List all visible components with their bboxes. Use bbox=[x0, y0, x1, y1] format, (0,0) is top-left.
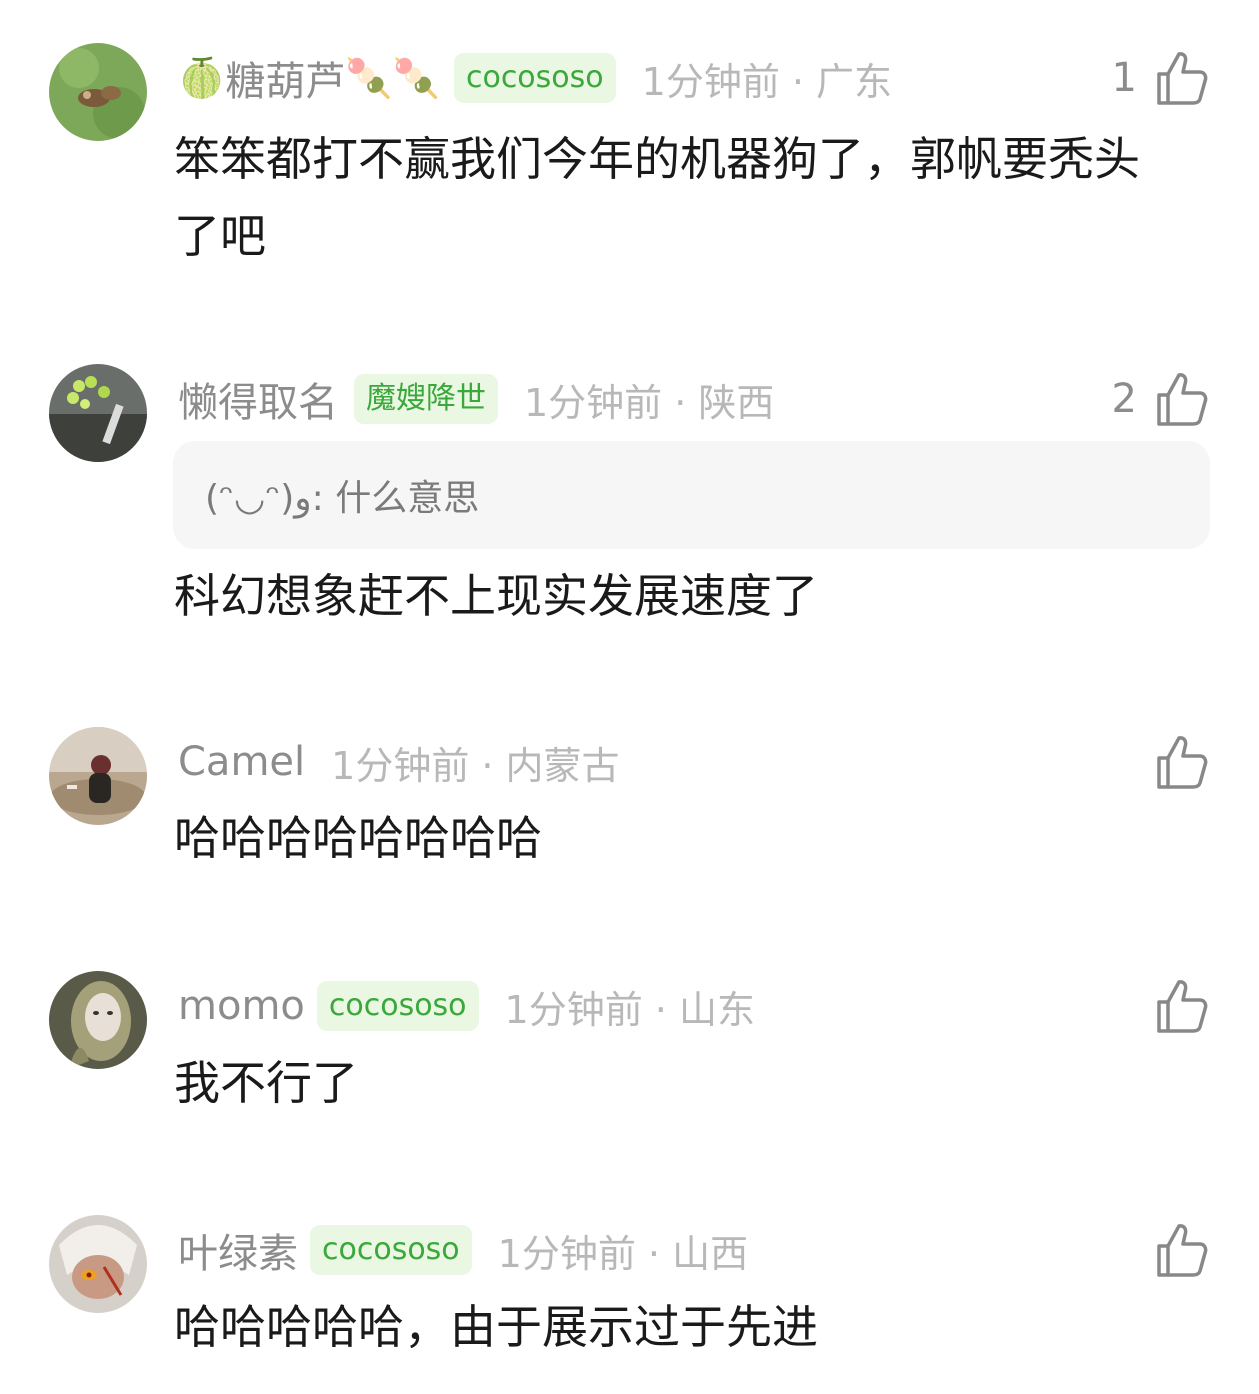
like-button[interactable] bbox=[1137, 971, 1209, 1041]
like-button[interactable] bbox=[1137, 727, 1209, 797]
comment-text: 笨笨都打不赢我们今年的机器狗了，郭帆要秃头了吧 bbox=[174, 132, 1140, 263]
comment-text: 科幻想象赶不上现实发展速度了 bbox=[174, 569, 818, 623]
avatar[interactable] bbox=[49, 43, 147, 141]
thumbs-up-icon bbox=[1157, 736, 1208, 789]
avatar[interactable] bbox=[49, 971, 147, 1069]
thumbs-up-icon bbox=[1157, 373, 1208, 426]
like-button[interactable]: 2 bbox=[1112, 364, 1209, 434]
username[interactable]: momo bbox=[178, 983, 305, 1029]
thumbs-up-icon bbox=[1157, 1224, 1208, 1277]
like-button[interactable]: 1 bbox=[1112, 43, 1209, 113]
comment-text: 哈哈哈哈哈哈哈哈 bbox=[174, 811, 542, 865]
username[interactable]: Camel bbox=[178, 739, 305, 785]
comment-meta: 1分钟前 · 广东 bbox=[641, 59, 893, 104]
name-emoji-suffix: 🍡🍡 bbox=[345, 55, 440, 100]
comment-meta: 1分钟前 · 山东 bbox=[504, 987, 755, 1032]
avatar[interactable] bbox=[49, 1215, 147, 1313]
fan-badge[interactable]: 魔嫂降世 bbox=[354, 374, 498, 424]
thumbs-up-icon bbox=[1157, 980, 1208, 1033]
username[interactable]: 糖葫芦 bbox=[225, 49, 345, 107]
quoted-reply[interactable]: (ᵔ◡ᵔ)و: 什么意思 bbox=[173, 441, 1210, 549]
fan-badge[interactable]: cocososo bbox=[310, 1225, 472, 1275]
quoted-reply-text: (ᵔ◡ᵔ)و: 什么意思 bbox=[205, 478, 480, 519]
avatar[interactable] bbox=[49, 364, 147, 462]
username[interactable]: 懒得取名 bbox=[178, 370, 338, 428]
fan-badge[interactable]: cocososo bbox=[453, 53, 616, 103]
comment-meta: 1分钟前 · 山西 bbox=[497, 1231, 749, 1276]
comment-meta: 1分钟前 · 陕西 bbox=[524, 380, 775, 425]
comment-header: Camel 1分钟前 · 内蒙古 bbox=[178, 727, 620, 797]
like-count: 1 bbox=[1111, 55, 1137, 101]
comment-header: momo cocososo 1分钟前 · 山东 bbox=[178, 971, 755, 1041]
username[interactable]: 叶绿素 bbox=[178, 1221, 298, 1279]
like-count: 2 bbox=[1111, 376, 1137, 422]
comment-text: 我不行了 bbox=[174, 1056, 358, 1110]
comment-header: 叶绿素 cocososo 1分钟前 · 山西 bbox=[178, 1215, 748, 1285]
comment-meta: 1分钟前 · 内蒙古 bbox=[331, 743, 620, 788]
name-emoji-prefix: 🍈 bbox=[178, 55, 226, 100]
like-button[interactable] bbox=[1137, 1215, 1209, 1285]
comment-text: 哈哈哈哈哈，由于展示过于先进 bbox=[174, 1300, 818, 1354]
comment-header: 懒得取名 魔嫂降世 1分钟前 · 陕西 bbox=[178, 364, 774, 434]
thumbs-up-icon bbox=[1157, 52, 1208, 105]
fan-badge[interactable]: cocososo bbox=[316, 981, 479, 1031]
avatar[interactable] bbox=[49, 727, 147, 825]
comment-header: 🍈 糖葫芦 🍡🍡 cocososo 1分钟前 · 广东 bbox=[178, 43, 892, 113]
